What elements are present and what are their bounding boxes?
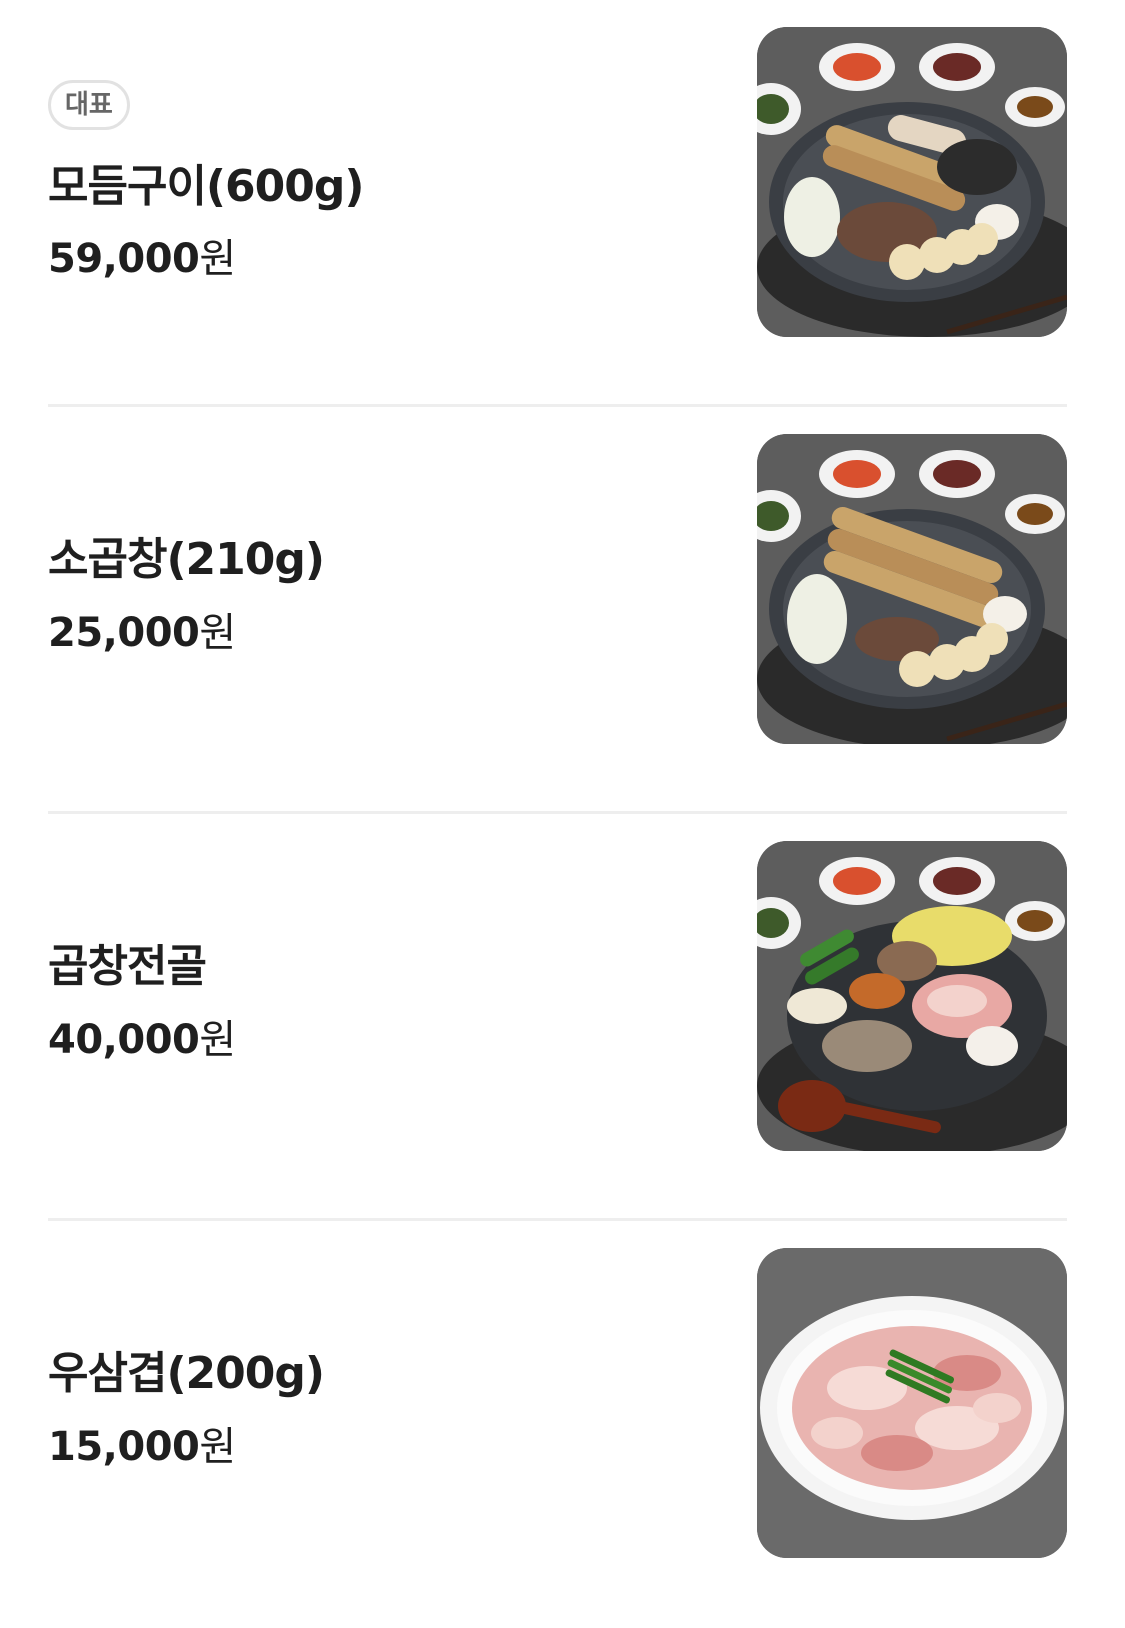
menu-item-price: 59,000원	[48, 226, 236, 284]
price-number: 25,000	[48, 610, 200, 656]
menu-item-name: 소곱창(210g)	[48, 534, 325, 585]
price-unit: 원	[199, 1424, 236, 1470]
price-number: 59,000	[48, 236, 200, 282]
menu-item-name: 곱창전골	[48, 941, 207, 992]
menu-item-beef-brisket[interactable]: 우삼겹(200g) 15,000원	[48, 1221, 1067, 1628]
price-unit: 원	[199, 610, 236, 656]
menu-list: 대표 모듬구이(600g) 59,000원 소곱창(210g) 25,000원 …	[48, 0, 1067, 1628]
mixed-grill-photo[interactable]	[757, 27, 1067, 337]
price-number: 40,000	[48, 1017, 200, 1063]
menu-item-info: 소곱창(210g) 25,000원	[48, 407, 698, 811]
menu-item-price: 25,000원	[48, 600, 236, 658]
menu-item-name: 모듬구이(600g)	[48, 161, 364, 212]
menu-item-info: 대표 모듬구이(600g) 59,000원	[48, 0, 698, 404]
menu-item-mixed-grill[interactable]: 대표 모듬구이(600g) 59,000원	[48, 0, 1067, 407]
price-number: 15,000	[48, 1424, 200, 1470]
menu-item-price: 15,000원	[48, 1414, 236, 1472]
beef-tripe-grill-photo[interactable]	[757, 434, 1067, 744]
menu-item-beef-tripe[interactable]: 소곱창(210g) 25,000원	[48, 407, 1067, 814]
menu-item-name: 우삼겹(200g)	[48, 1348, 325, 1399]
menu-item-info: 곱창전골 40,000원	[48, 814, 698, 1218]
tripe-hotpot-photo[interactable]	[757, 841, 1067, 1151]
price-unit: 원	[199, 236, 236, 282]
signature-badge: 대표	[48, 80, 130, 130]
menu-item-price: 40,000원	[48, 1007, 236, 1065]
price-unit: 원	[199, 1017, 236, 1063]
menu-item-tripe-hotpot[interactable]: 곱창전골 40,000원	[48, 814, 1067, 1221]
menu-item-info: 우삼겹(200g) 15,000원	[48, 1221, 698, 1628]
beef-brisket-plate-photo[interactable]	[757, 1248, 1067, 1558]
